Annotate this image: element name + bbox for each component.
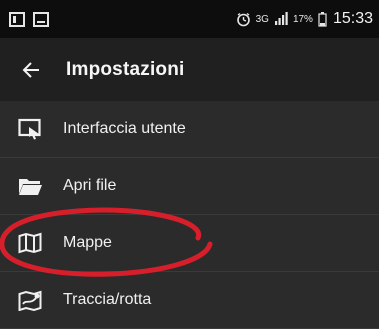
settings-list: Interfaccia utente Apri file Mappe Tracc…	[0, 101, 379, 329]
settings-item-user-interface[interactable]: Interfaccia utente	[0, 101, 379, 158]
app-bar: Impostazioni	[0, 38, 379, 101]
status-right-icons: 3G 17% 15:33	[231, 10, 373, 28]
status-bar: 3G 17% 15:33	[0, 0, 379, 38]
alarm-icon	[236, 12, 250, 26]
settings-item-label: Mappe	[63, 234, 112, 251]
track-route-icon	[17, 287, 43, 313]
network-type-label: 3G	[255, 13, 269, 25]
battery-percent: 17%	[292, 13, 313, 25]
user-interface-icon	[17, 116, 43, 142]
status-time: 15:33	[332, 10, 373, 27]
settings-item-track-route[interactable]: Traccia/rotta	[0, 272, 379, 329]
notification-icon	[9, 11, 25, 27]
map-icon	[17, 230, 43, 256]
settings-item-label: Traccia/rotta	[63, 291, 152, 308]
settings-item-label: Interfaccia utente	[63, 120, 186, 137]
signal-icon	[274, 12, 288, 25]
settings-item-open-file[interactable]: Apri file	[0, 158, 379, 215]
page-title: Impostazioni	[66, 58, 185, 80]
battery-icon	[318, 11, 327, 27]
folder-icon	[17, 173, 43, 199]
gallery-icon	[33, 11, 49, 27]
arrow-left-icon[interactable]	[22, 61, 40, 78]
status-left-icons	[9, 11, 57, 27]
settings-item-label: Apri file	[63, 177, 117, 194]
settings-item-maps[interactable]: Mappe	[0, 215, 379, 272]
